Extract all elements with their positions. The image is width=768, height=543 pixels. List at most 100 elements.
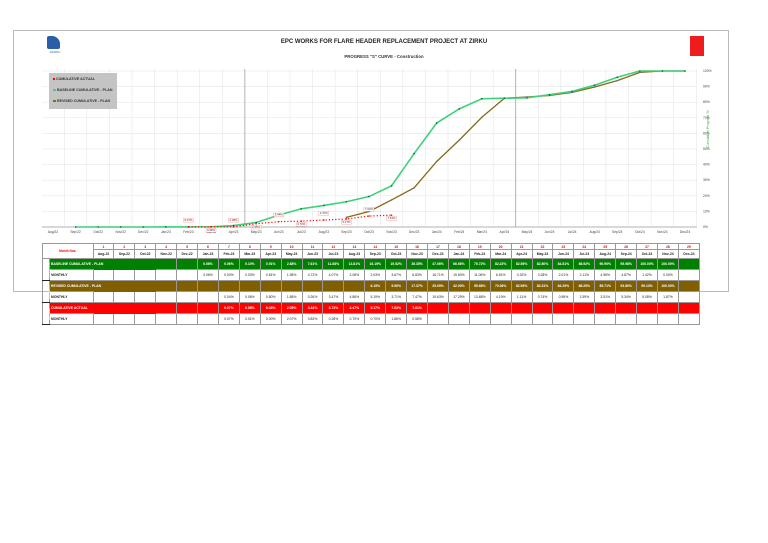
table-cell: 3.71% (385, 291, 408, 303)
table-cell: 6.83% (406, 269, 429, 281)
table-cell: 4.19% (489, 291, 512, 303)
month-header: Dec-22 (176, 249, 199, 259)
legend-item-baseline: BASELINE CUMULATIVE - PLAN (53, 88, 112, 92)
table-cell: 0.74% (531, 291, 554, 303)
table-cell (447, 302, 470, 314)
table-cell (113, 302, 136, 314)
baseline-data-point (119, 226, 122, 228)
table-cell (552, 313, 575, 325)
table-cell (176, 269, 199, 281)
table-cell (113, 269, 136, 281)
table-cell: 0.00% (656, 269, 679, 281)
table-cell: 25.09% (427, 280, 449, 292)
table-cell: 5.34% (615, 291, 638, 303)
month-header: Aug-23 (343, 249, 366, 259)
revised-side-label: REVISED (42, 280, 52, 303)
table-cell: 1.88% (280, 291, 303, 303)
y-tick-label: 90% (703, 85, 710, 89)
table-cell: 11.06% (468, 269, 491, 281)
table-cell (176, 280, 199, 292)
baseline-data-point (571, 90, 573, 93)
table-cell: 13.81% (343, 258, 366, 270)
table-cell: 2.01% (552, 269, 575, 281)
table-cell (677, 258, 701, 270)
y-tick-label: 20% (703, 194, 710, 198)
table-cell (343, 280, 366, 292)
actual-data-label: 2.05% (252, 225, 260, 229)
table-cell: 3.44% (301, 302, 324, 314)
table-cell: 86.92% (573, 258, 596, 270)
actual-data-point (368, 215, 370, 217)
row-label: MONTHLY (49, 313, 94, 325)
table-cell: 19.52% (385, 258, 408, 270)
month-header: Jun-24 (552, 249, 575, 259)
table-cell: 4.07% (322, 269, 345, 281)
table-cell (92, 313, 115, 325)
table-cell (197, 302, 219, 314)
table-cell: 0.83% (301, 313, 324, 325)
table-cell (656, 302, 679, 314)
table-cell (176, 302, 199, 314)
table-cell: 86.29% (573, 280, 596, 292)
table-cell (510, 313, 533, 325)
table-cell: 5.19% (364, 291, 387, 303)
table-cell (238, 280, 261, 292)
actual-data-label: 3.73% (297, 222, 305, 226)
y-axis-title: Cumulative Progress % (706, 110, 710, 148)
baseline-data-point (661, 70, 664, 72)
month-header: Jun-23 (301, 249, 324, 259)
x-tick-label: Jul/23 (297, 230, 306, 234)
table-cell (427, 313, 449, 325)
month-header: Feb-24 (468, 249, 491, 259)
y-tick-label: 100% (703, 69, 712, 73)
month-header: Dec-24 (677, 249, 701, 259)
table-cell: 0.98% (552, 291, 575, 303)
row-label-text: BASELINE CUMULATIVE - PLAN (51, 262, 104, 266)
chart-legend: CUMULATIVE ACTUAL BASELINE CUMULATIVE - … (49, 73, 117, 109)
table-cell (489, 313, 512, 325)
table-cell (259, 280, 282, 292)
table-cell (677, 313, 701, 325)
baseline-data-point (97, 226, 99, 228)
table-cell: 26.35% (406, 258, 429, 270)
table-cell: 7.47% (406, 291, 429, 303)
legend-marker-revised (53, 100, 56, 102)
actual-side-label: ACTUAL (42, 302, 51, 325)
table-cell: 11.68% (322, 258, 345, 270)
x-tick-label: Nov/22 (115, 230, 126, 234)
table-cell (92, 269, 115, 281)
month-nos-label: Month Nos. (42, 243, 94, 259)
table-cell: 0.70% (343, 313, 366, 325)
actual-data-point (277, 220, 280, 223)
revised-data-point (435, 160, 438, 163)
table-cell: 19.63% (427, 291, 449, 303)
table-cell: 0.01% (238, 313, 261, 325)
table-cell: 0.70% (364, 313, 387, 325)
month-header: Nov-22 (155, 249, 178, 259)
month-header: Oct-22 (134, 249, 157, 259)
table-cell: 0.80% (259, 291, 282, 303)
revised-data-point (458, 139, 461, 141)
table-cell (92, 302, 115, 314)
x-tick-label: Jan/24 (432, 230, 442, 234)
table-cell: 7.61% (301, 258, 324, 270)
x-tick-label: Oct/24 (635, 230, 645, 234)
table-cell: 1.87% (656, 291, 679, 303)
baseline-data-point (368, 195, 370, 198)
row-label-text: MONTHLY (51, 273, 68, 277)
revised-data-point (481, 116, 483, 119)
table-cell: 0.08% (259, 302, 282, 314)
table-cell: 82.56% (510, 258, 533, 270)
table-cell (594, 313, 617, 325)
legend-item-actual: CUMULATIVE ACTUAL (53, 77, 95, 81)
table-cell: 3.73% (322, 302, 345, 314)
x-tick-label: May/23 (251, 230, 262, 234)
table-cell: 5.08% (636, 291, 658, 303)
table-cell: 9.90% (385, 280, 408, 292)
table-cell (155, 258, 178, 270)
x-tick-label: Apr/24 (500, 230, 510, 234)
x-tick-label: Sep/24 (612, 230, 623, 234)
table-cell: 100.00% (636, 258, 658, 270)
row-label: MONTHLY (49, 269, 94, 281)
table-cell (468, 302, 491, 314)
